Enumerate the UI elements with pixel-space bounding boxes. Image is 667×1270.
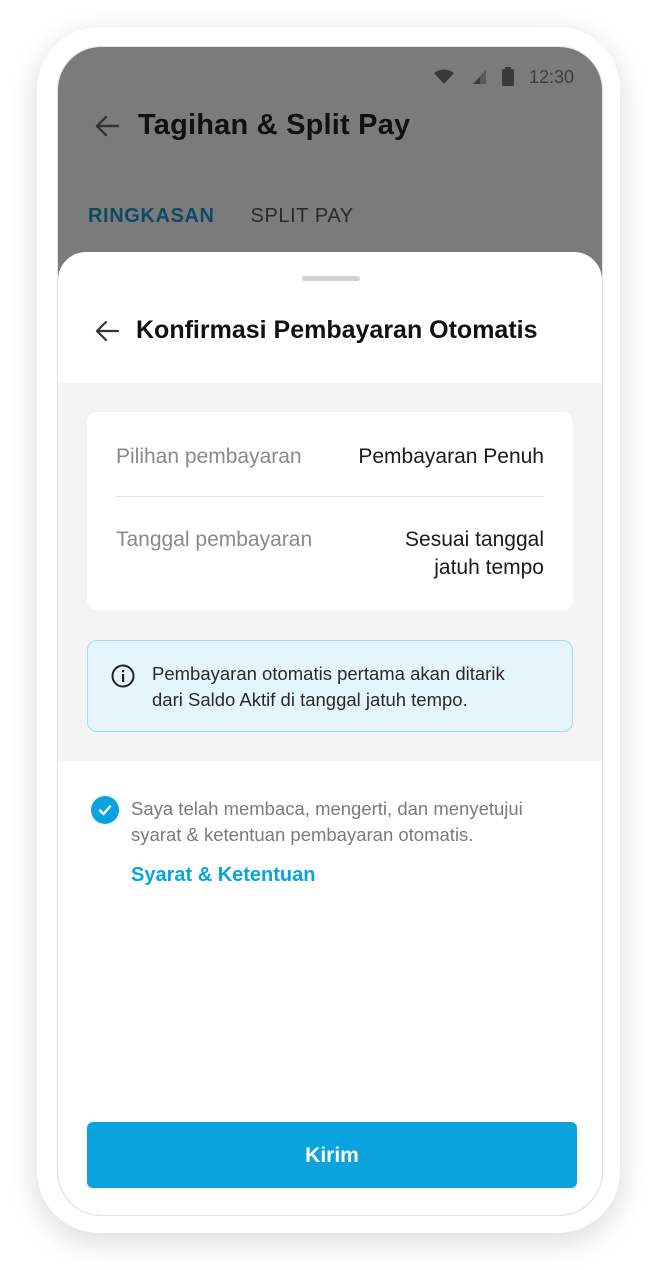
detail-row-payment-option: Pilihan pembayaran Pembayaran Penuh: [116, 443, 544, 471]
consent-row: Saya telah membaca, mengerti, dan menyet…: [91, 796, 551, 848]
sheet-title: Konfirmasi Pembayaran Otomatis: [136, 316, 538, 344]
divider: [116, 496, 544, 497]
back-arrow-icon[interactable]: [94, 318, 120, 344]
sheet-drag-handle[interactable]: [302, 276, 360, 281]
device-screen: 12:30 Tagihan & Split Pay RINGKASAN SPLI…: [57, 46, 603, 1216]
app-title: Tagihan & Split Pay: [138, 109, 411, 141]
tab-ringkasan[interactable]: RINGKASAN: [88, 205, 215, 228]
info-banner: Pembayaran otomatis pertama akan ditarik…: [87, 640, 573, 732]
info-text-line: dari Saldo Aktif di tanggal jatuh tempo.: [152, 689, 468, 710]
battery-icon: [501, 67, 514, 86]
tab-split-pay[interactable]: SPLIT PAY: [251, 205, 354, 228]
back-arrow-icon[interactable]: [94, 113, 120, 139]
detail-value: Pembayaran Penuh: [358, 445, 544, 468]
detail-row-payment-date: Tanggal pembayaran Sesuai tanggal jatuh …: [116, 526, 544, 582]
detail-value-line: Sesuai tanggal: [405, 528, 544, 551]
details-section: Pilihan pembayaran Pembayaran Penuh Tang…: [58, 383, 602, 761]
detail-label: Tanggal pembayaran: [116, 528, 313, 551]
app-header: Tagihan & Split Pay: [94, 109, 410, 142]
sheet-header: Konfirmasi Pembayaran Otomatis: [94, 316, 538, 345]
status-bar: 12:30: [433, 65, 574, 89]
detail-label: Pilihan pembayaran: [116, 445, 302, 468]
detail-value-line: jatuh tempo: [434, 556, 544, 579]
detail-value: Sesuai tanggal jatuh tempo: [405, 526, 544, 582]
bottom-sheet: Konfirmasi Pembayaran Otomatis Pilihan p…: [58, 252, 602, 1215]
info-text: Pembayaran otomatis pertama akan ditarik…: [152, 661, 505, 711]
info-text-line: Pembayaran otomatis pertama akan ditarik: [152, 663, 505, 684]
tab-bar: RINGKASAN SPLIT PAY: [88, 205, 354, 228]
status-time: 12:30: [528, 66, 574, 87]
signal-icon: [471, 70, 486, 84]
terms-link[interactable]: Syarat & Ketentuan: [131, 864, 316, 887]
submit-button[interactable]: Kirim: [87, 1122, 577, 1188]
check-icon: [98, 805, 112, 816]
consent-checkbox[interactable]: [91, 796, 119, 824]
payment-details-card: Pilihan pembayaran Pembayaran Penuh Tang…: [87, 412, 573, 610]
consent-text-line: Saya telah membaca, mengerti, dan menyet…: [131, 798, 523, 819]
wifi-icon: [433, 69, 454, 84]
info-icon: [111, 664, 135, 688]
consent-text-line: syarat & ketentuan pembayaran otomatis.: [131, 824, 474, 845]
consent-text: Saya telah membaca, mengerti, dan menyet…: [131, 796, 551, 848]
